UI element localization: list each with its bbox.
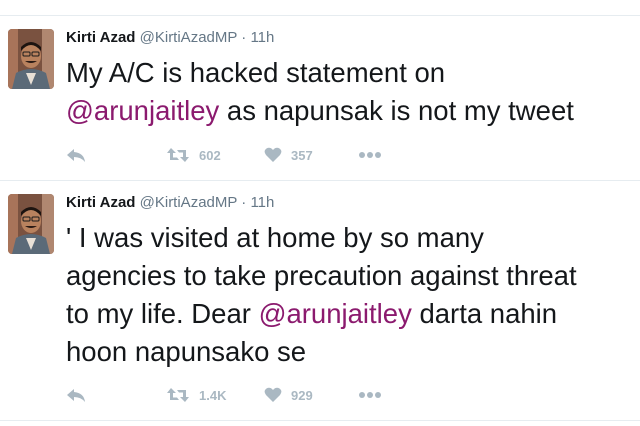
tweet-2[interactable]: Kirti Azad @KirtiAzadMP · 11h ' I was vi… <box>0 181 640 414</box>
tweet-header: Kirti Azad @KirtiAzadMP · 11h <box>66 28 274 48</box>
author-name[interactable]: Kirti Azad <box>66 194 135 211</box>
more-button[interactable] <box>358 144 382 166</box>
tweet-1[interactable]: Kirti Azad @KirtiAzadMP · 11h My A/C is … <box>0 16 640 180</box>
retweet-count: 602 <box>199 147 221 163</box>
reply-button[interactable] <box>66 384 86 406</box>
tweet-text-segment: hoon napunsako se <box>66 336 307 367</box>
tweet-line: My A/C is hacked statement on <box>66 54 640 92</box>
tweet-text-segment: My A/C is hacked statement on <box>66 57 446 88</box>
author-handle[interactable]: @KirtiAzadMP <box>140 194 237 211</box>
avatar[interactable] <box>8 29 54 89</box>
tweet-actions: 1.4K 929 <box>66 384 626 406</box>
tweet-text-segment: darta nahin <box>411 298 558 329</box>
tweet-line: to my life. Dear @arunjaitley darta nahi… <box>66 295 640 333</box>
tweet-timestamp[interactable]: 11h <box>250 194 274 211</box>
tweet-text-segment: to my life. Dear <box>66 298 259 329</box>
reply-button[interactable] <box>66 144 86 166</box>
like-count: 357 <box>291 147 313 163</box>
tweet-feed: Kirti Azad @KirtiAzadMP · 11h My A/C is … <box>0 0 640 426</box>
tweet-line: agencies to take precaution against thre… <box>66 257 640 295</box>
like-button[interactable]: 357 <box>264 144 313 166</box>
avatar[interactable] <box>8 194 54 254</box>
heart-icon <box>264 387 282 403</box>
retweet-icon <box>166 147 190 163</box>
author-handle[interactable]: @KirtiAzadMP <box>140 29 237 46</box>
tweet-header: Kirti Azad @KirtiAzadMP · 11h <box>66 193 274 213</box>
retweet-button[interactable]: 1.4K <box>166 384 226 406</box>
tweet-timestamp[interactable]: 11h <box>250 29 274 46</box>
like-count: 929 <box>291 387 313 403</box>
tweet-line: @arunjaitley as napunsak is not my tweet <box>66 92 640 130</box>
heart-icon <box>264 147 282 163</box>
tweet-text-segment: ' I was visited at home by so many <box>66 222 484 253</box>
retweet-icon <box>166 387 190 403</box>
tweet-actions: 602 357 <box>66 144 626 166</box>
retweet-count: 1.4K <box>199 387 227 403</box>
mention-link[interactable]: @arunjaitley <box>259 298 412 329</box>
more-button[interactable] <box>358 384 382 406</box>
mention-link[interactable]: @arunjaitley <box>66 95 219 126</box>
reply-icon <box>66 387 86 403</box>
tweet-text: ' I was visited at home by so many agenc… <box>66 219 640 371</box>
tweet-line: ' I was visited at home by so many <box>66 219 640 257</box>
divider <box>0 420 640 421</box>
tweet-line: hoon napunsako se <box>66 333 640 371</box>
header-separator: · <box>241 29 247 46</box>
header-separator: · <box>241 194 247 211</box>
more-icon <box>358 151 382 159</box>
tweet-text-segment: agencies to take precaution against thre… <box>66 260 577 291</box>
like-button[interactable]: 929 <box>264 384 313 406</box>
more-icon <box>358 391 382 399</box>
reply-icon <box>66 147 86 163</box>
tweet-text-segment: as napunsak is not my tweet <box>219 95 574 126</box>
retweet-button[interactable]: 602 <box>166 144 221 166</box>
tweet-text: My A/C is hacked statement on @arunjaitl… <box>66 54 640 130</box>
author-name[interactable]: Kirti Azad <box>66 29 135 46</box>
